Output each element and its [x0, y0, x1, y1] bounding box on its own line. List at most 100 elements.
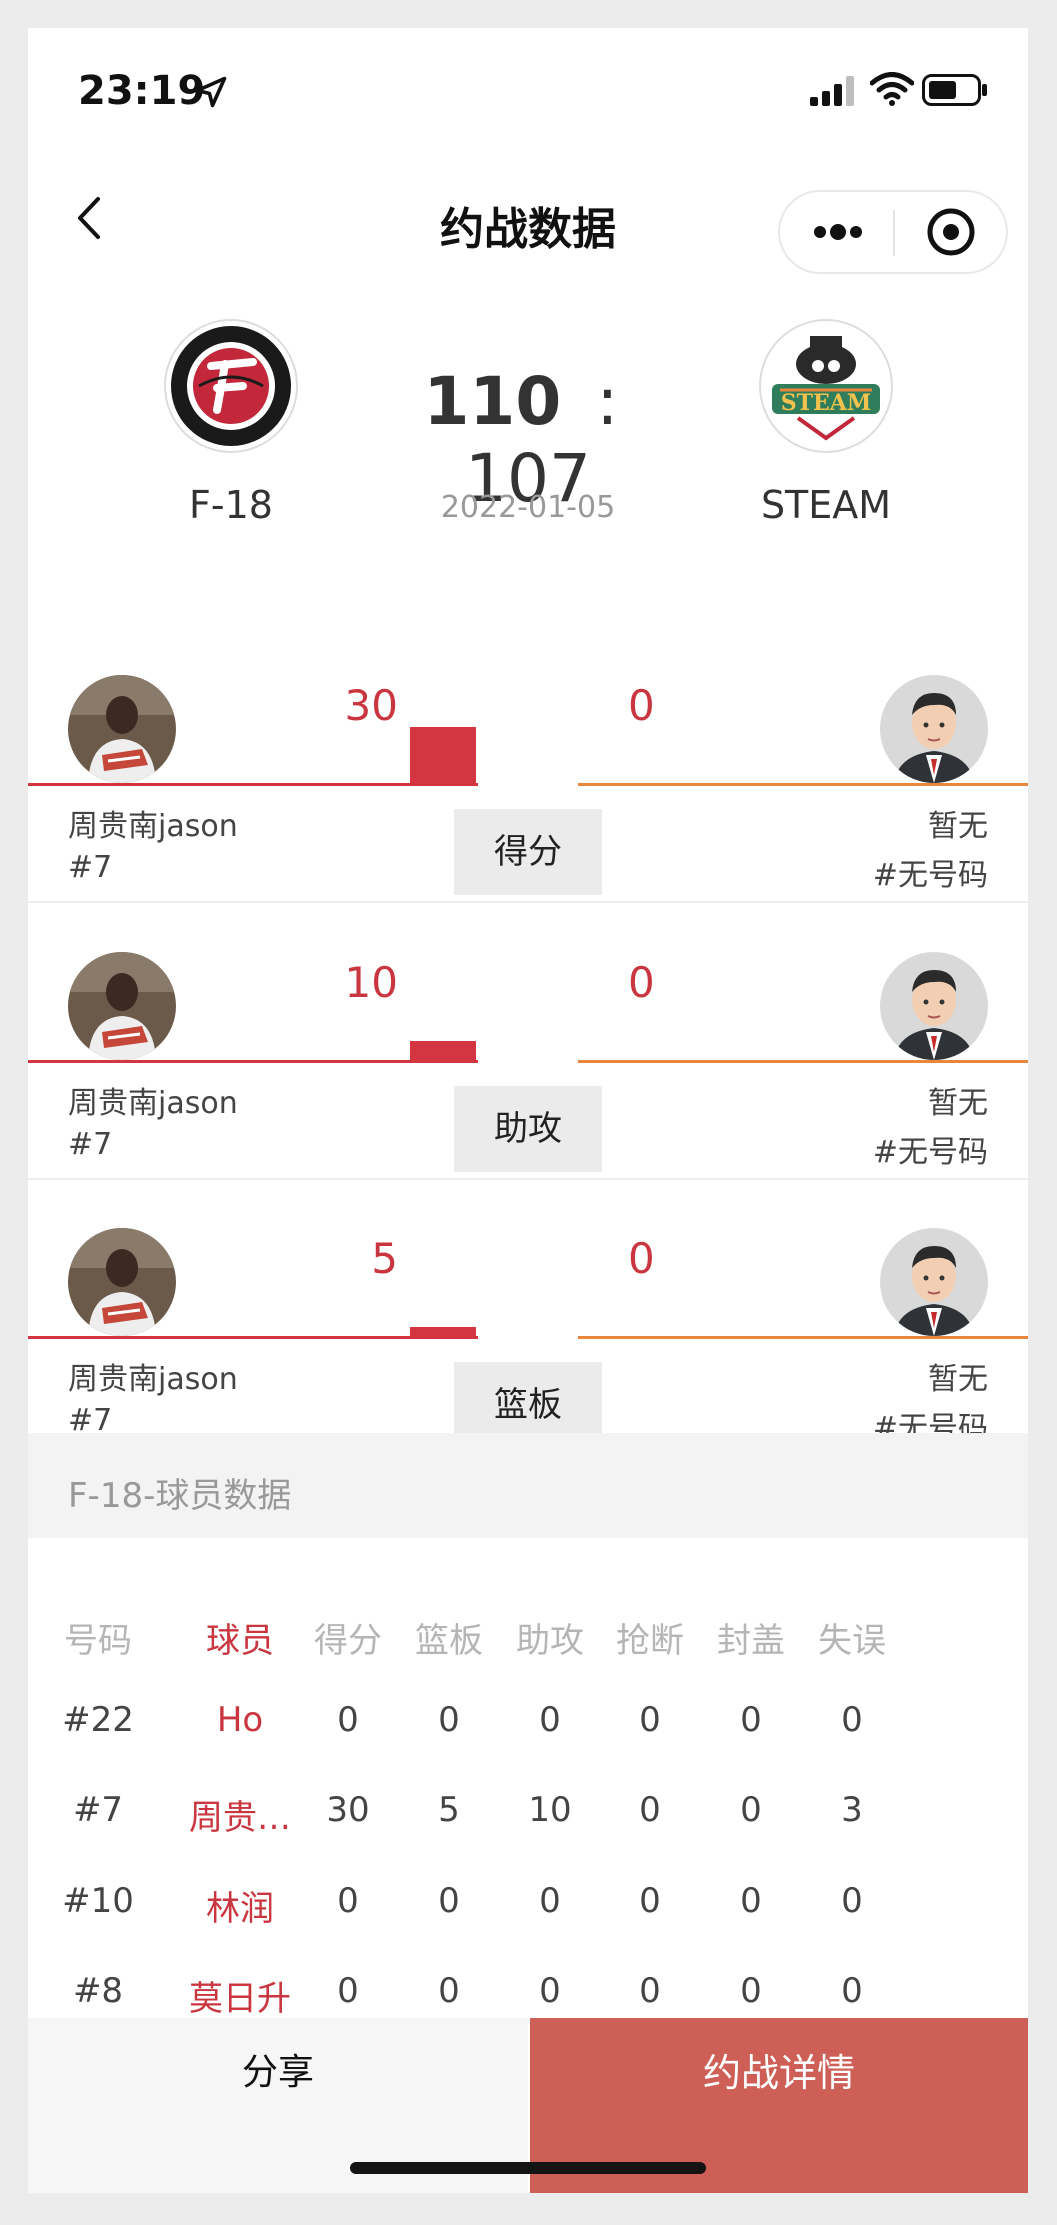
right-baseline: [578, 1060, 1028, 1063]
divider: [28, 1178, 1028, 1180]
player-name-cell[interactable]: 周贵…: [170, 1790, 310, 1839]
table-header-cell: 抢断: [616, 1621, 684, 1661]
stat-category-button[interactable]: 助攻: [454, 1086, 602, 1172]
cellular-signal-icon: [810, 76, 854, 106]
table-cell: 30: [326, 1790, 370, 1830]
table-cell: 0: [841, 1700, 863, 1740]
left-player-avatar: [68, 952, 176, 1060]
steam-logo-icon: STEAM: [759, 319, 893, 453]
table-cell: 0: [639, 1971, 661, 2011]
table-cell: 0: [740, 1700, 762, 1740]
stat-block-2: 5 0 周贵南jason #7 篮板 暂无 #无号码: [28, 1186, 1028, 1466]
table-header-cell: 得分: [314, 1621, 382, 1661]
battery-icon: [922, 74, 987, 106]
right-stat-value: 0: [628, 958, 655, 1007]
right-player-name: 暂无: [928, 1086, 988, 1121]
more-dots-icon: [814, 224, 862, 240]
table-cell: 0: [539, 1700, 561, 1740]
player-stats-title: F-18-球员数据: [68, 1476, 292, 1516]
left-player-name: 周贵南jason: [68, 809, 238, 844]
table-cell: 0: [337, 1971, 359, 2011]
table-cell: 0: [740, 1881, 762, 1921]
status-bar: 23:19: [28, 28, 1028, 148]
wifi-icon: [870, 72, 914, 106]
team-logo-f18: [163, 318, 299, 454]
right-stat-value: 0: [628, 681, 655, 730]
player-name-cell[interactable]: 林润: [170, 1881, 310, 1930]
table-header-cell: 失误: [818, 1621, 886, 1661]
table-header-cell: 球员: [206, 1621, 274, 1661]
left-stat-value: 5: [371, 1234, 398, 1283]
left-player-avatar: [68, 675, 176, 783]
table-cell: 5: [438, 1790, 460, 1830]
table-cell: 3: [841, 1790, 863, 1830]
svg-text:STEAM: STEAM: [781, 390, 871, 416]
table-header-cell: 助攻: [516, 1621, 584, 1661]
player-stats-header: F-18-球员数据: [28, 1433, 1028, 1538]
phone-screen: 23:19 约战数据 F-18 110: 107 2022-01-05 STE…: [28, 28, 1028, 2193]
left-stat-bar: [410, 1327, 476, 1336]
left-player-number: #7: [68, 1127, 113, 1162]
player-name-cell[interactable]: 莫日升: [170, 1971, 310, 2020]
close-program-button[interactable]: [896, 192, 1006, 272]
table-header-cell: 号码: [64, 1621, 132, 1661]
table-cell: #10: [62, 1881, 134, 1921]
table-cell: #7: [72, 1790, 124, 1830]
player-name-cell[interactable]: Ho: [170, 1700, 310, 1740]
target-circle-icon: [927, 208, 975, 256]
mini-program-capsule: [778, 190, 1008, 274]
table-cell: 0: [841, 1971, 863, 2011]
table-cell: 0: [740, 1790, 762, 1830]
table-cell: 10: [528, 1790, 572, 1830]
stat-block-1: 10 0 周贵南jason #7 助攻 暂无 #无号码: [28, 910, 1028, 1190]
right-baseline: [578, 783, 1028, 786]
home-score: 110: [423, 363, 562, 440]
right-player-name: 暂无: [928, 1362, 988, 1397]
table-cell: 0: [639, 1700, 661, 1740]
table-cell: 0: [639, 1790, 661, 1830]
left-baseline: [28, 783, 478, 786]
stat-block-0: 30 0 周贵南jason #7 得分 暂无 #无号码: [28, 633, 1028, 913]
f18-logo-icon: [164, 319, 298, 453]
table-cell: 0: [639, 1881, 661, 1921]
left-stat-bar: [410, 1041, 476, 1060]
left-stat-bar: [410, 727, 476, 783]
table-cell: 0: [539, 1881, 561, 1921]
capsule-divider: [893, 210, 895, 256]
table-cell: 0: [539, 1971, 561, 2011]
divider: [28, 901, 1028, 903]
location-arrow-icon: [195, 76, 227, 108]
table-header-cell: 篮板: [415, 1621, 483, 1661]
right-player-avatar: [880, 675, 988, 783]
right-player-number: #无号码: [872, 1135, 988, 1170]
nav-bar: 约战数据: [28, 163, 1028, 274]
home-indicator[interactable]: [350, 2162, 706, 2174]
away-team-name: STEAM: [760, 483, 892, 527]
left-player-avatar: [68, 1228, 176, 1336]
right-player-number: #无号码: [872, 858, 988, 893]
table-cell: 0: [337, 1881, 359, 1921]
right-baseline: [578, 1336, 1028, 1339]
table-cell: 0: [438, 1971, 460, 2011]
left-stat-value: 30: [344, 681, 398, 730]
right-player-avatar: [880, 1228, 988, 1336]
left-player-name: 周贵南jason: [68, 1086, 238, 1121]
home-team-name: F-18: [189, 483, 273, 527]
right-player-name: 暂无: [928, 809, 988, 844]
table-cell: 0: [841, 1881, 863, 1921]
left-player-name: 周贵南jason: [68, 1362, 238, 1397]
table-cell: 0: [438, 1881, 460, 1921]
player-stats-table[interactable]: 号码 球员 得分 篮板 助攻 抢断 封盖 失误 #22 Ho 0 0 0 0 0 0 #7 周贵… 30 5 10 0 0 3…: [28, 1538, 1028, 2038]
left-baseline: [28, 1060, 478, 1063]
score-separator: :: [596, 363, 619, 440]
team-logo-steam: STEAM: [758, 318, 894, 454]
more-button[interactable]: [780, 192, 894, 272]
table-cell: 0: [438, 1700, 460, 1740]
table-header-cell: 封盖: [717, 1621, 785, 1661]
table-cell: #8: [72, 1971, 124, 2011]
table-cell: #22: [62, 1700, 134, 1740]
right-player-avatar: [880, 952, 988, 1060]
left-stat-value: 10: [344, 958, 398, 1007]
stat-category-button[interactable]: 得分: [454, 809, 602, 895]
table-cell: 0: [337, 1700, 359, 1740]
